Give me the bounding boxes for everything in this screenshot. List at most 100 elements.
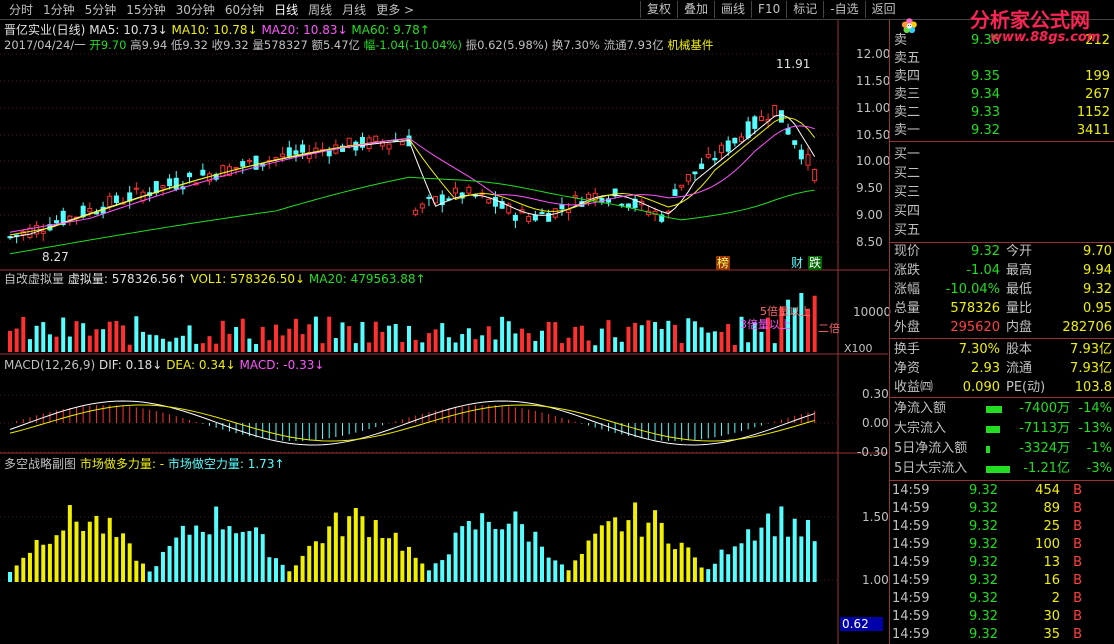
volume-bar [194,343,199,352]
tick-side: B [1073,501,1082,516]
tab-5min[interactable]: 5分钟 [80,2,122,18]
quote-panel: 卖 9.36 212 卖五 卖四 9.35 199 卖三 9.34 267 卖二 9.33 115… [889,20,1114,644]
candle-body [233,166,239,169]
volume-bar [327,316,332,352]
low-price-label: 8.27 [42,250,69,264]
strategy-bar [566,570,571,582]
volume-bar [473,339,478,352]
bid-row[interactable]: 买四 [890,203,1114,221]
strategy-bar [367,537,372,582]
tick-volume: 13 [1043,555,1060,570]
finance-badge[interactable]: 财 [791,256,803,270]
tick-price: 9.32 [969,627,998,642]
tab-30min[interactable]: 30分钟 [171,2,220,18]
candle-body [798,149,804,160]
candle-body [160,185,166,189]
tab-1min[interactable]: 1分钟 [38,2,80,18]
mark-button[interactable]: 标记 [786,1,823,18]
strategy-bar [792,518,797,582]
watchlist-button[interactable]: -自选 [823,1,864,18]
candle-body [173,177,179,190]
volume-bar [333,338,338,352]
quote-value: -10.04% [945,282,1000,297]
strategy-bar [147,571,152,582]
tick-row: 14:59 9.32 454 B [890,482,1114,500]
bid-row[interactable]: 买二 [890,165,1114,183]
fund-value: 103.8 [1074,380,1112,395]
fundamental-row: 换手 7.30% 股本 7.93亿 [890,341,1114,359]
strategy-bar [692,557,697,582]
back-button[interactable]: 返回 [864,1,902,18]
ask-row[interactable]: 卖五 [890,50,1114,68]
main-info-line: 晋亿实业(日线) MA5: 10.73↓ MA10: 10.78↓ MA20: … [4,23,430,37]
volume-bar [234,327,239,352]
strategy-bar [320,543,325,582]
rank-badge[interactable]: 榜 [716,256,731,270]
candle-body [539,211,545,215]
fundamental-row: 净资 2.93 流通 7.93亿 [890,360,1114,378]
quote-value: 9.94 [1083,263,1112,278]
volume-bar [127,344,132,352]
quote-value: 9.32 [1083,282,1112,297]
flow-percent: -3% [1086,461,1112,476]
volume-value: 量578327 [252,38,308,52]
strategy-bar [267,557,272,582]
strategy-bar [653,510,658,582]
quote-value: 0.95 [1083,301,1112,316]
strategy-bar [586,540,591,582]
tab-weekly[interactable]: 周线 [303,2,337,18]
ask-row[interactable]: 卖四 9.35 199 [890,68,1114,86]
volume-bar [726,323,731,352]
strategy-bar [726,554,731,582]
flower-logo-icon [901,18,917,34]
volume-bar [633,322,638,352]
strategy-bar [353,508,358,582]
f10-button[interactable]: F10 [751,1,786,18]
candle-body [466,186,472,194]
strategy-bar [413,557,418,582]
ask-row[interactable]: 卖二 9.33 1152 [890,104,1114,122]
strategy-bar [247,531,252,582]
tab-monthly[interactable]: 月线 [337,2,371,18]
draw-line-button[interactable]: 画线 [714,1,751,18]
tick-row: 14:59 9.32 100 B [890,536,1114,554]
tab-more[interactable]: 更多 > [371,2,419,18]
candle-body [792,140,798,145]
flow-label: 5日大宗流入 [894,461,968,476]
volume-bar [293,318,298,352]
ma20-line [9,125,815,233]
ask-row[interactable]: 卖三 9.34 267 [890,86,1114,104]
chart-area[interactable]: 晋亿实业(日线) MA5: 10.73↓ MA10: 10.78↓ MA20: … [0,20,891,644]
limit-down-badge[interactable]: 跌 [808,256,823,270]
tab-60min[interactable]: 60分钟 [220,2,269,18]
tab-daily[interactable]: 日线 [269,2,303,18]
strategy-bar [779,506,784,582]
strategy-bar [712,563,717,582]
adjust-button[interactable]: 复权 [640,1,677,18]
candle-body [280,153,286,158]
volume-bar [746,342,751,352]
bid-row[interactable]: 买五 [890,222,1114,240]
volume-bar [613,337,618,352]
tab-intraday[interactable]: 分时 [4,2,38,18]
strategy-bar [526,541,531,582]
volume-bar [34,325,39,352]
volume-bar [14,328,19,352]
quote-value: 282706 [1062,320,1112,335]
strategy-bar [187,534,192,582]
flow-bar [986,466,1010,473]
strategy-bar [719,549,724,582]
strategy-bar [360,516,365,582]
y-tick: 10.50 [856,128,891,142]
ask-row[interactable]: 卖一 9.32 3411 [890,122,1114,140]
strategy-bar [486,521,491,582]
overlay-button[interactable]: 叠加 [677,1,714,18]
bid-row[interactable]: 买一 [890,146,1114,164]
strategy-bar [200,531,205,582]
tab-15min[interactable]: 15分钟 [121,2,170,18]
volume-bar [254,344,259,352]
candle-body [725,140,731,152]
fund-value: 7.93亿 [1070,342,1112,357]
candle-body [187,172,193,178]
bid-row[interactable]: 买三 [890,184,1114,202]
